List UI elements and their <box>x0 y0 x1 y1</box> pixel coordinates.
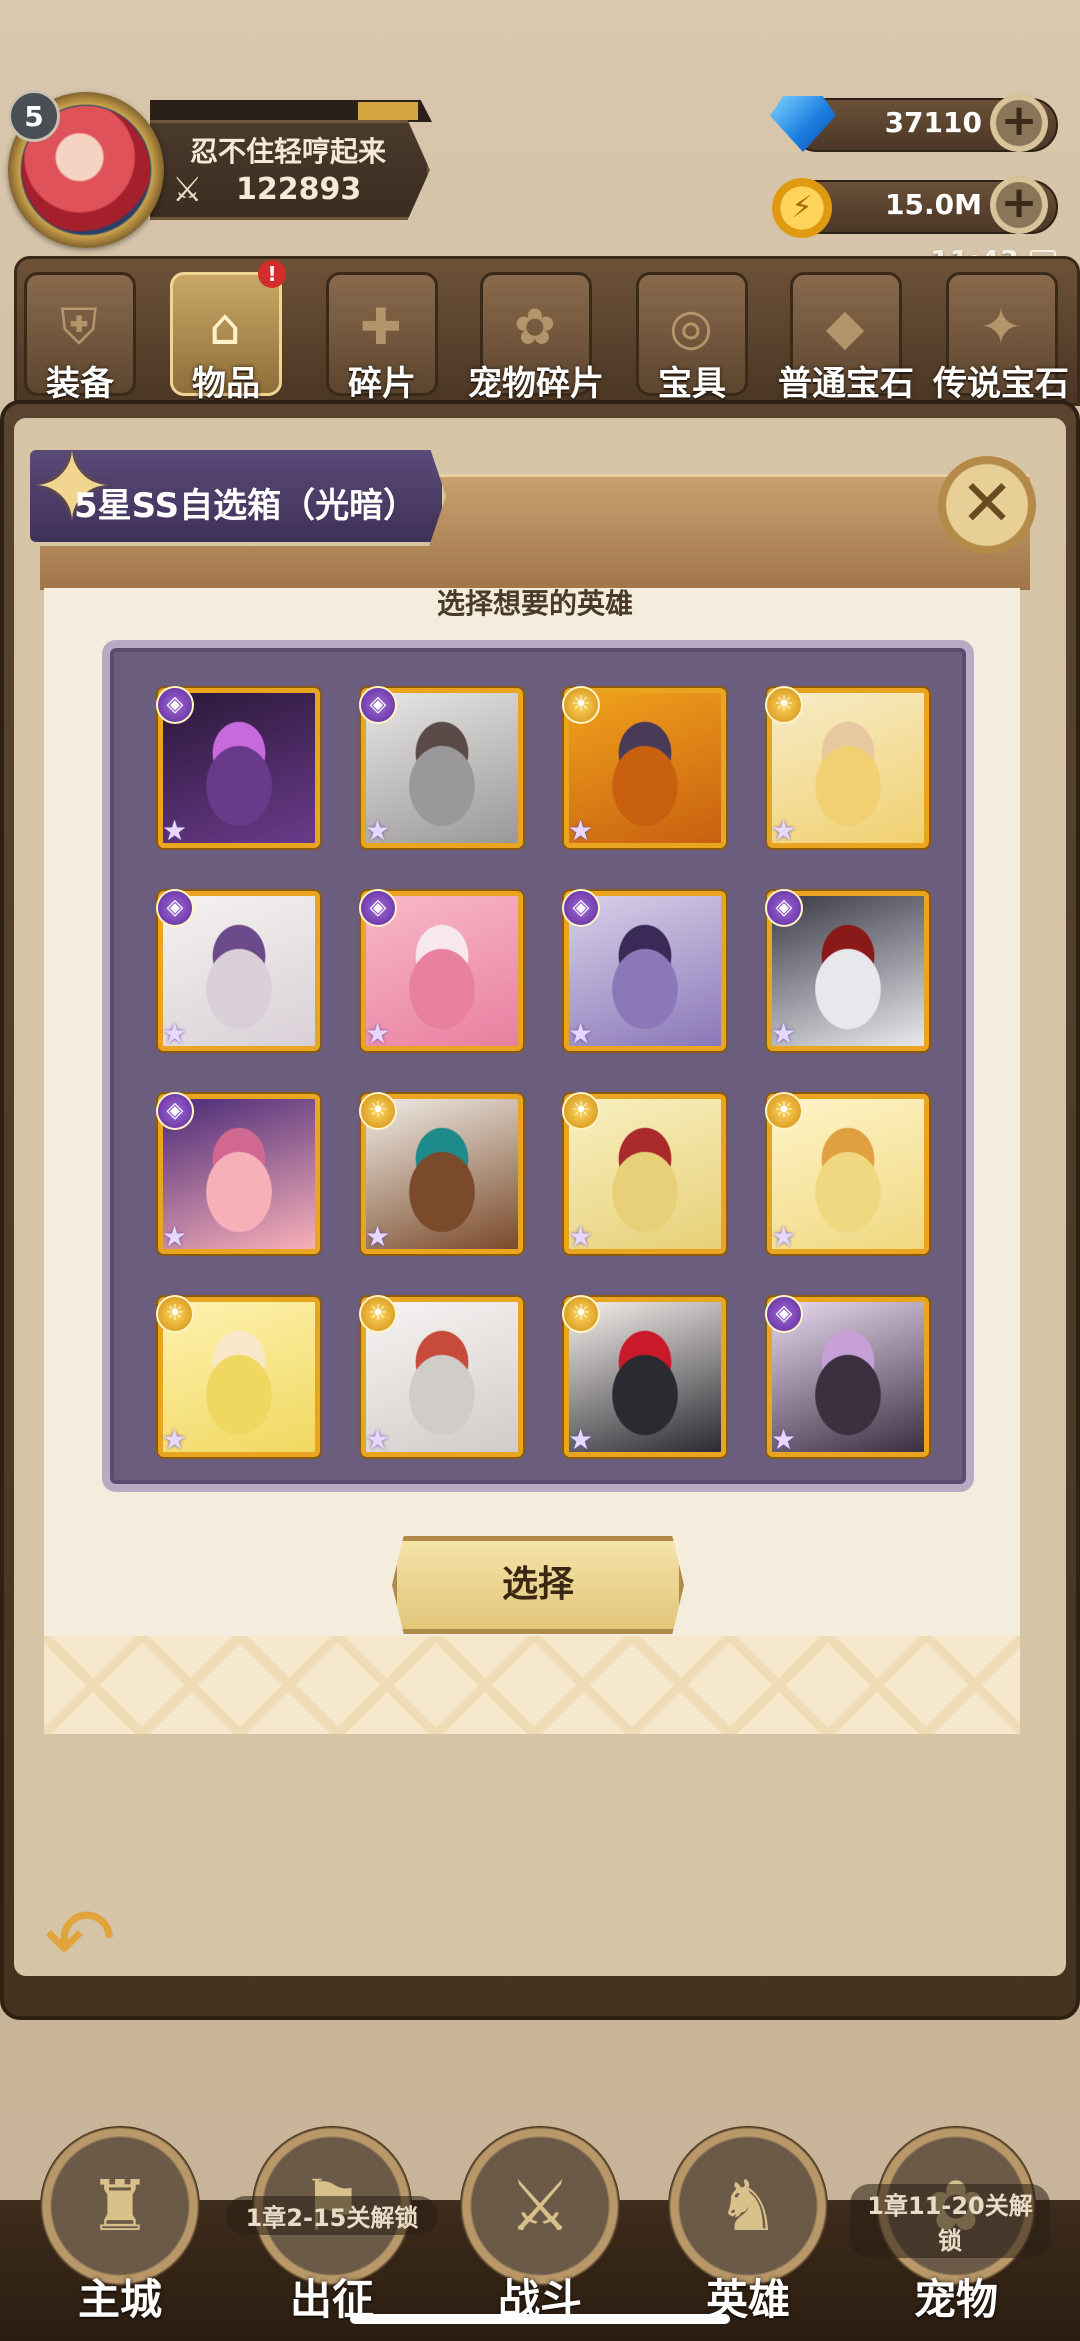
star-rank-icon: ★ <box>771 1017 797 1050</box>
dark-element-icon: ◈ <box>765 889 803 927</box>
star-rank-icon: ★ <box>771 1220 797 1253</box>
star-rank-icon: ★ <box>568 1423 594 1456</box>
nav-label-pets: 宠物 <box>913 2275 998 2324</box>
add-gems-button[interactable]: + <box>990 94 1048 152</box>
player-name: 忍不住轻哼起来 <box>190 135 387 168</box>
star-rank-icon: ★ <box>771 814 797 847</box>
combat-power: 122893 <box>236 172 362 207</box>
legend-gem-icon: ✦ <box>980 298 1022 356</box>
home-indicator[interactable] <box>350 2314 730 2324</box>
exp-bar-fill <box>358 102 418 120</box>
star-rank-icon: ★ <box>771 1423 797 1456</box>
hero-icon: ♞ <box>716 2165 780 2247</box>
nav-label-main-city: 主城 <box>77 2275 162 2324</box>
star-rank-icon: ★ <box>162 1220 188 1253</box>
modal-subtitle: 选择想要的英雄 <box>436 587 633 620</box>
gem-icon: ◆ <box>825 298 865 356</box>
nav-battle[interactable]: ⚔ <box>460 2126 620 2286</box>
dark-element-icon: ◈ <box>562 889 600 927</box>
star-rank-icon: ★ <box>568 1017 594 1050</box>
close-button[interactable]: ✕ <box>938 456 1036 554</box>
light-element-icon: ☀ <box>562 686 600 724</box>
light-element-icon: ☀ <box>156 1295 194 1333</box>
star-rank-icon: ★ <box>568 814 594 847</box>
star-rank-icon: ★ <box>365 1423 391 1456</box>
battle-icon: ⚔ <box>508 2165 572 2247</box>
light-element-icon: ☀ <box>562 1092 600 1130</box>
tab-label-pet-fragments: 宠物碎片 <box>468 364 604 404</box>
back-arrow-icon[interactable]: ↶ <box>44 1897 154 1983</box>
puzzle-icon: ✚ <box>360 298 402 356</box>
light-element-icon: ☀ <box>765 1092 803 1130</box>
star-rank-icon: ★ <box>162 1017 188 1050</box>
light-element-icon: ☀ <box>765 686 803 724</box>
nav-heroes[interactable]: ♞ <box>668 2126 828 2286</box>
light-element-icon: ☀ <box>562 1295 600 1333</box>
dark-element-icon: ◈ <box>156 1092 194 1130</box>
light-element-icon: ☀ <box>359 1295 397 1333</box>
gold-amount: 15.0M <box>885 188 982 221</box>
dark-element-icon: ◈ <box>156 889 194 927</box>
tab-label-equipment: 装备 <box>46 364 114 404</box>
chest-icon: ⌂ <box>209 298 241 356</box>
tab-label-items: 物品 <box>192 364 260 404</box>
modal-footer-pattern <box>44 1636 1020 1734</box>
shield-icon: ⛨ <box>60 298 98 356</box>
dark-element-icon: ◈ <box>359 686 397 724</box>
modal-title: 5星SS自选箱（光暗） <box>74 486 418 526</box>
tab-label-legend-gems: 传说宝石 <box>933 364 1069 404</box>
light-element-icon: ☀ <box>359 1092 397 1130</box>
tab-label-fragments: 碎片 <box>348 364 416 404</box>
dark-element-icon: ◈ <box>765 1295 803 1333</box>
crossed-swords-icon: ⚔ <box>172 170 203 210</box>
star-rank-icon: ★ <box>568 1220 594 1253</box>
castle-icon: ♜ <box>88 2165 152 2247</box>
star-rank-icon: ★ <box>365 814 391 847</box>
tab-label-artifacts: 宝具 <box>658 364 726 404</box>
star-rank-icon: ★ <box>365 1017 391 1050</box>
nav-main-city[interactable]: ♜ <box>40 2126 200 2286</box>
tab-label-common-gems: 普通宝石 <box>778 364 914 404</box>
pets-lock-hint: 1章11-20关解锁 <box>850 2184 1050 2258</box>
artifact-icon: ◎ <box>669 298 713 356</box>
star-rank-icon: ★ <box>365 1220 391 1253</box>
dark-element-icon: ◈ <box>359 889 397 927</box>
paw-icon: ✿ <box>514 298 556 356</box>
dark-element-icon: ◈ <box>156 686 194 724</box>
player-level-badge: 5 <box>8 90 60 142</box>
star-rank-icon: ★ <box>162 1423 188 1456</box>
new-items-alert-badge: ! <box>258 260 286 288</box>
gem-amount: 37110 <box>884 106 982 139</box>
expedition-lock-hint: 1章2-15关解锁 <box>226 2196 438 2235</box>
add-gold-button[interactable]: + <box>990 176 1048 234</box>
star-rank-icon: ★ <box>162 814 188 847</box>
select-button[interactable]: 选择 <box>392 1536 684 1634</box>
